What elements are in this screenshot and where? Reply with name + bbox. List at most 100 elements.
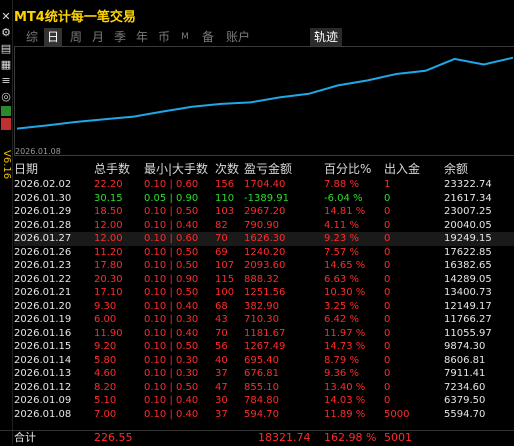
table-row[interactable]: 2026.01.26 11.20 0.10 | 0.50 69 1240.20 7.57 … xyxy=(14,246,514,260)
cell-date: 2026.01.09 xyxy=(14,395,72,406)
header-count: 次数 xyxy=(215,162,240,176)
cell-count: 70 xyxy=(215,327,228,339)
tab-week[interactable]: 周 xyxy=(68,28,84,46)
cell-minmax: 0.10 | 0.50 xyxy=(144,341,199,352)
header-balance: 余额 xyxy=(444,162,469,176)
cell-pct: 9.23 % xyxy=(324,233,359,244)
cell-balance: 9874.30 xyxy=(444,341,486,352)
cell-count: 37 xyxy=(215,408,228,420)
cell-date: 2026.01.14 xyxy=(14,354,72,366)
cell-count: 56 xyxy=(215,341,228,352)
cell-count: 40 xyxy=(215,354,228,366)
header-deposit: 出入金 xyxy=(384,162,421,176)
cell-minmax: 0.10 | 0.30 xyxy=(144,368,199,379)
cell-date: 2026.01.28 xyxy=(14,219,72,231)
cell-date: 2026.01.20 xyxy=(14,300,72,312)
cell-lots: 7.00 xyxy=(94,408,117,420)
tab-account[interactable]: 账户 xyxy=(224,28,252,46)
table-row[interactable]: 2026.01.13 4.60 0.10 | 0.30 37 676.81 9.36 % 0… xyxy=(14,367,514,381)
cell-flow: 0 xyxy=(384,381,391,393)
tab-month[interactable]: 月 xyxy=(90,28,106,46)
cell-pct: 6.42 % xyxy=(324,314,359,325)
compass-icon[interactable]: ◎ xyxy=(0,90,12,104)
table-row[interactable]: 2026.01.30 30.15 0.05 | 0.90 110 -1389.91 -6.… xyxy=(14,192,514,206)
cell-count: 37 xyxy=(215,368,228,379)
table-row[interactable]: 2026.01.16 11.90 0.10 | 0.40 70 1181.67 11.97… xyxy=(14,327,514,341)
table-row[interactable]: 2026.01.27 12.00 0.10 | 0.60 70 1626.30 9.23 … xyxy=(14,232,514,246)
table-row[interactable]: 2026.01.08 7.00 0.10 | 0.40 37 594.70 11.89 %… xyxy=(14,408,514,422)
totals-lots: 226.55 xyxy=(94,431,133,444)
table-row[interactable]: 2026.01.12 8.20 0.10 | 0.50 47 855.10 13.40 %… xyxy=(14,381,514,395)
table-row[interactable]: 2026.01.19 6.00 0.10 | 0.30 43 710.30 6.42 % 0… xyxy=(14,313,514,327)
cell-pnl: 382.90 xyxy=(244,300,279,312)
cell-flow: 0 xyxy=(384,219,391,231)
tab-day[interactable]: 日 xyxy=(44,28,62,46)
tab-summary[interactable]: 综 xyxy=(24,28,40,46)
cell-date: 2026.01.26 xyxy=(14,246,72,258)
cell-date: 2026.01.12 xyxy=(14,381,72,393)
cell-date: 2026.01.29 xyxy=(14,206,72,217)
cell-minmax: 0.10 | 0.40 xyxy=(144,395,199,406)
cell-pnl: 1240.20 xyxy=(244,246,286,258)
settings-icon[interactable]: ⚙ xyxy=(0,26,12,40)
cell-flow: 0 xyxy=(384,341,391,352)
close-icon[interactable]: ✕ xyxy=(0,10,12,24)
cell-minmax: 0.10 | 0.50 xyxy=(144,260,199,271)
cell-count: 115 xyxy=(215,273,235,285)
cell-date: 2026.01.15 xyxy=(14,341,72,352)
left-toolbar: ✕ ⚙ ▤ ▦ ≡ ◎ V6.16 xyxy=(0,0,13,445)
table-row[interactable]: 2026.01.23 17.80 0.10 | 0.50 107 2093.60 14.6… xyxy=(14,259,514,273)
cell-flow: 0 xyxy=(384,287,391,298)
cell-minmax: 0.05 | 0.90 xyxy=(144,192,199,204)
table-row[interactable]: 2026.01.14 5.80 0.10 | 0.30 40 695.40 8.79 % 0… xyxy=(14,354,514,368)
table-row[interactable]: 2026.01.20 9.30 0.10 | 0.40 68 382.90 3.25 % 0… xyxy=(14,300,514,314)
calendar-icon[interactable]: ▦ xyxy=(0,58,12,72)
tab-notes[interactable]: 备 xyxy=(200,28,216,46)
cell-date: 2026.01.27 xyxy=(14,233,72,244)
cell-pnl: 855.10 xyxy=(244,381,279,393)
cell-lots: 11.20 xyxy=(94,246,123,258)
version-label: V6.16 xyxy=(1,150,12,180)
cell-flow: 0 xyxy=(384,327,391,339)
cell-date: 2026.01.22 xyxy=(14,273,72,285)
table-row[interactable]: 2026.02.02 22.20 0.10 | 0.60 156 1704.40 7.88… xyxy=(14,178,514,192)
cell-count: 70 xyxy=(215,233,228,244)
tab-currency[interactable]: 币 xyxy=(156,28,172,46)
cell-minmax: 0.10 | 0.40 xyxy=(144,408,199,420)
tab-m[interactable]: M xyxy=(178,28,192,46)
tab-quarter[interactable]: 季 xyxy=(112,28,128,46)
cell-balance: 5594.70 xyxy=(444,408,486,420)
table-row[interactable]: 2026.01.28 12.00 0.10 | 0.40 82 790.90 4.11 %… xyxy=(14,219,514,233)
cell-count: 103 xyxy=(215,206,235,217)
tab-year[interactable]: 年 xyxy=(134,28,150,46)
cell-pnl: 888.32 xyxy=(244,273,279,285)
tab-track[interactable]: 轨迹 xyxy=(310,28,342,46)
chart-icon[interactable]: ▤ xyxy=(0,42,12,56)
cell-minmax: 0.10 | 0.50 xyxy=(144,246,199,258)
table-row[interactable]: 2026.01.22 20.30 0.10 | 0.90 115 888.32 6.63 … xyxy=(14,273,514,287)
cell-date: 2026.01.08 xyxy=(14,408,72,420)
cell-count: 47 xyxy=(215,381,228,393)
cell-balance: 7911.41 xyxy=(444,368,486,379)
cell-flow: 0 xyxy=(384,300,391,312)
table-row[interactable]: 2026.01.29 18.50 0.10 | 0.50 103 2967.20 14.8… xyxy=(14,205,514,219)
cell-minmax: 0.10 | 0.50 xyxy=(144,287,199,298)
status-green-icon xyxy=(1,106,11,116)
cell-pnl: 695.40 xyxy=(244,354,279,366)
cell-balance: 11055.97 xyxy=(444,327,492,339)
table-row[interactable]: 2026.01.15 9.20 0.10 | 0.50 56 1267.49 14.73 … xyxy=(14,340,514,354)
cell-date: 2026.01.21 xyxy=(14,287,72,298)
cell-pnl: -1389.91 xyxy=(244,192,289,204)
cell-minmax: 0.10 | 0.40 xyxy=(144,219,199,231)
cell-minmax: 0.10 | 0.60 xyxy=(144,233,199,244)
list-icon[interactable]: ≡ xyxy=(0,74,12,88)
cell-pct: 3.25 % xyxy=(324,300,359,312)
table-row[interactable]: 2026.01.09 5.10 0.10 | 0.40 30 784.80 14.03 %… xyxy=(14,394,514,408)
cell-pct: 14.65 % xyxy=(324,260,366,271)
cell-lots: 30.15 xyxy=(94,192,123,204)
window-title: MT4统计每一笔交易 xyxy=(14,10,136,25)
cell-flow: 0 xyxy=(384,260,391,271)
cell-flow: 0 xyxy=(384,273,391,285)
table-row[interactable]: 2026.01.21 17.10 0.10 | 0.50 100 1251.56 10.3… xyxy=(14,286,514,300)
cell-lots: 4.60 xyxy=(94,368,117,379)
